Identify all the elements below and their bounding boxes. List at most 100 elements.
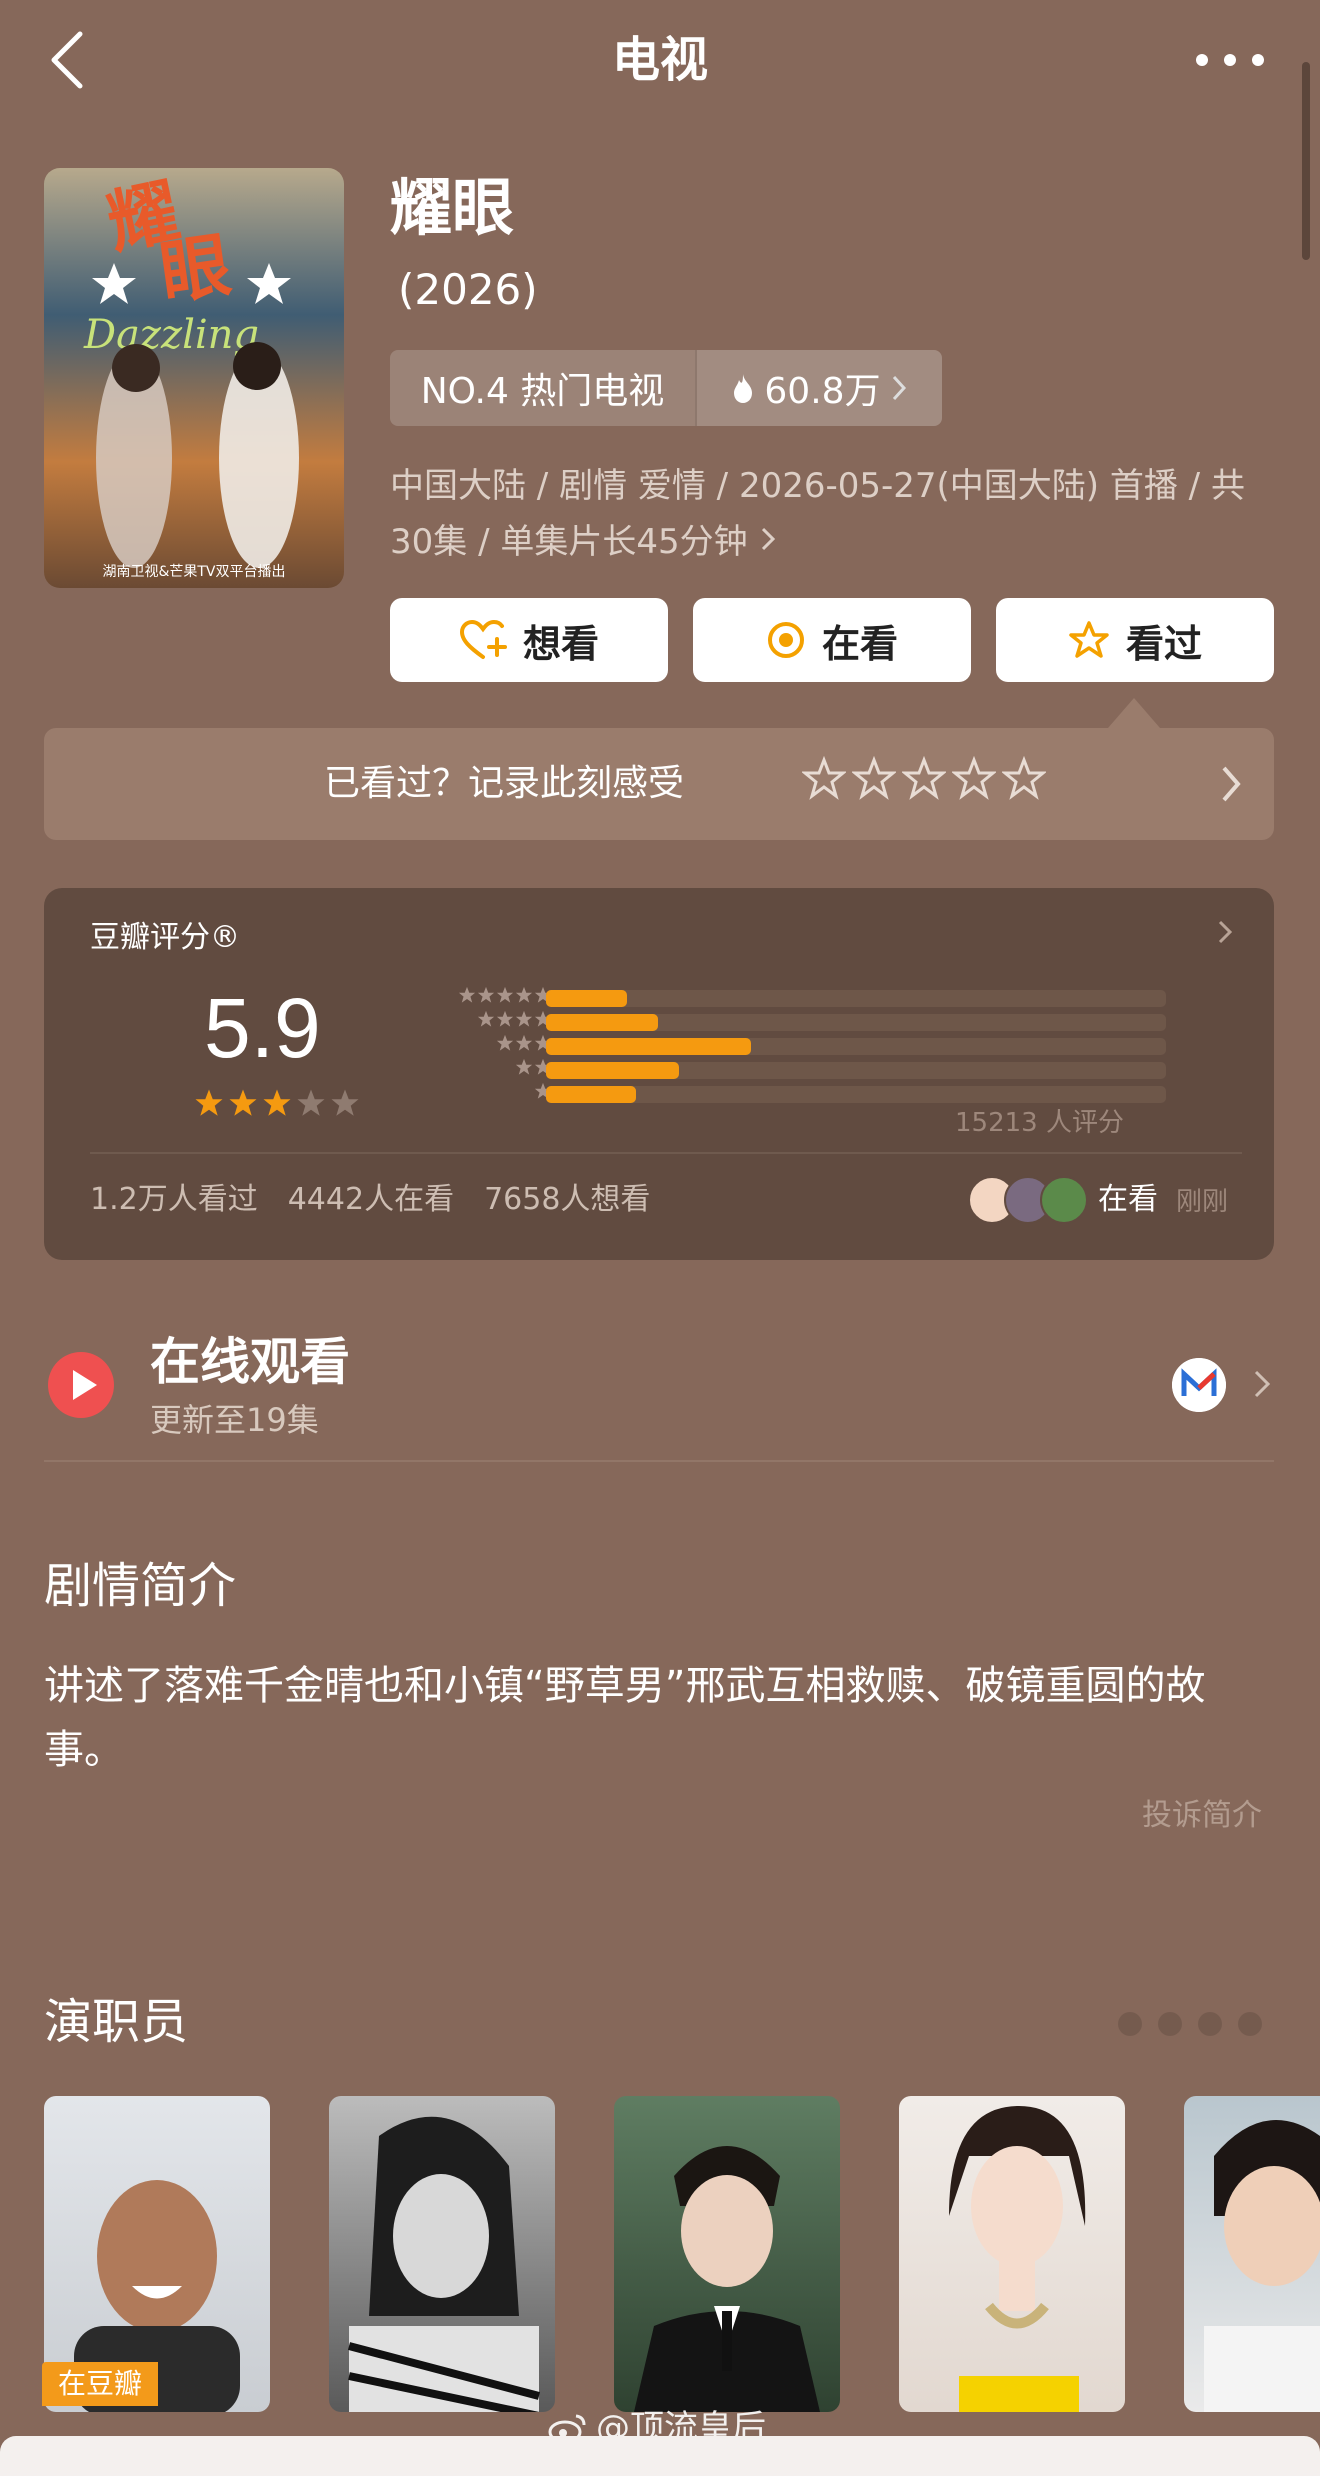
now-watching-label: 在看: [1098, 1182, 1158, 1217]
svg-text:眼: 眼: [155, 223, 236, 315]
star-outline-icon[interactable]: [852, 756, 896, 800]
cast-card[interactable]: [614, 2096, 840, 2412]
cast-photo: [634, 2146, 820, 2412]
poster-artwork: 耀 眼 Dazzling 湖南卫视&芒果TV双平台播出: [44, 168, 344, 588]
heat-value[interactable]: 60.8万: [697, 350, 942, 426]
star-icon: [477, 1010, 495, 1027]
cast-card[interactable]: [899, 2096, 1125, 2412]
star-outline-icon[interactable]: [1002, 756, 1046, 800]
meta-text: 中国大陆 / 剧情 爱情 / 2026-05-27(中国大陆) 首播 / 共30…: [390, 466, 1245, 562]
heart-plus-icon: [459, 619, 507, 659]
star-icon: [263, 1089, 291, 1116]
watching-count: 4442人在看: [287, 1182, 455, 1217]
distribution-row: [384, 1010, 1184, 1034]
distribution-bar: [546, 1014, 658, 1031]
cast-title: 演职员: [44, 1994, 189, 2050]
distribution-row: [384, 986, 1184, 1010]
bottom-sheet[interactable]: [0, 2436, 1320, 2476]
divider: [44, 1460, 1274, 1462]
star-icon: [297, 1089, 325, 1116]
distribution-track: [546, 990, 1166, 1007]
page-title: 电视: [611, 32, 708, 88]
svg-text:Dazzling: Dazzling: [83, 312, 259, 358]
star-icon: [496, 1010, 514, 1027]
avatar[interactable]: [1040, 1176, 1088, 1224]
cast-photo: [1204, 2120, 1320, 2412]
star-icon: [229, 1089, 257, 1116]
more-ellipsis-icon[interactable]: [1192, 40, 1268, 80]
star-icon: [515, 1034, 533, 1051]
distribution-stars: [496, 1034, 552, 1058]
chevron-right-icon[interactable]: [1252, 1368, 1272, 1400]
timestamp: 刚刚: [1176, 1187, 1229, 1217]
online-watch-subtitle: 更新至19集: [150, 1401, 319, 1439]
poster-image[interactable]: 耀 眼 Dazzling 湖南卫视&芒果TV双平台播出: [44, 168, 344, 588]
cast-photo: [347, 2116, 541, 2412]
chevron-right-icon: [762, 527, 776, 551]
mango-tv-logo-icon[interactable]: [1172, 1358, 1226, 1412]
movie-meta[interactable]: 中国大陆 / 剧情 爱情 / 2026-05-27(中国大陆) 首播 / 共30…: [390, 458, 1270, 570]
rate-stars[interactable]: [802, 756, 1046, 800]
douban-badge: 在豆瓣: [42, 2362, 158, 2406]
svg-text:湖南卫视&芒果TV双平台播出: 湖南卫视&芒果TV双平台播出: [102, 564, 285, 580]
online-watch-title[interactable]: 在线观看: [150, 1330, 350, 1394]
movie-year: (2026): [398, 265, 538, 314]
cast-more-dots[interactable]: [1110, 2004, 1270, 2044]
score-stars: [194, 1088, 360, 1118]
distribution-track: [546, 1062, 1166, 1079]
distribution-row: [384, 1058, 1184, 1082]
rating-count: 15213 人评分: [955, 1108, 1124, 1138]
star-icon: [515, 1058, 533, 1075]
dots-icon: [1118, 2012, 1262, 2036]
want-count: 7658人想看: [484, 1182, 651, 1217]
target-icon: [767, 622, 804, 658]
cast-photo: [949, 2106, 1086, 2412]
synopsis-title: 剧情简介: [44, 1558, 237, 1614]
star-icon: [331, 1089, 359, 1116]
report-synopsis-link[interactable]: 投诉简介: [1142, 1796, 1262, 1836]
watching-button[interactable]: 在看: [693, 598, 971, 682]
chevron-right-icon[interactable]: [1216, 918, 1234, 946]
star-outline-icon[interactable]: [802, 756, 846, 800]
star-icon: [477, 986, 495, 1003]
cast-card[interactable]: [1184, 2096, 1320, 2412]
star-outline-icon[interactable]: [952, 756, 996, 800]
want-to-watch-button[interactable]: 想看: [390, 598, 668, 682]
star-outline-icon: [1069, 621, 1109, 658]
distribution-row: [384, 1034, 1184, 1058]
star-icon: [515, 986, 533, 1003]
distribution-bar: [546, 1062, 680, 1079]
flame-icon: [734, 374, 753, 403]
chevron-right-icon: [892, 375, 906, 401]
distribution-bar: [546, 1038, 751, 1055]
movie-title: 耀眼: [390, 171, 515, 244]
score-value: 5.9: [204, 981, 321, 1075]
rate-prompt-box[interactable]: 已看过？记录此刻感受: [44, 728, 1274, 840]
watched-button[interactable]: 看过: [996, 598, 1274, 682]
distribution-track: [546, 1038, 1166, 1055]
rank-label: NO.4 热门电视: [390, 350, 697, 426]
scrollbar[interactable]: [1302, 62, 1310, 260]
score-label: 豆瓣评分®: [90, 920, 240, 955]
star-icon: [515, 1010, 533, 1027]
divider: [90, 1152, 1242, 1154]
distribution-stars: [477, 1010, 552, 1034]
distribution-track: [546, 1014, 1166, 1031]
cast-card[interactable]: [329, 2096, 555, 2412]
bubble-pointer: [1108, 698, 1160, 728]
star-icon: [458, 986, 476, 1003]
rank-chip[interactable]: NO.4 热门电视 60.8万: [390, 350, 942, 426]
watched-count: 1.2万人看过: [90, 1182, 258, 1217]
rating-distribution: [384, 986, 1184, 1106]
star-icon: [195, 1089, 223, 1116]
play-icon[interactable]: [48, 1352, 114, 1418]
distribution-stars: [458, 986, 552, 1010]
chevron-right-icon: [1222, 766, 1241, 802]
friend-avatars[interactable]: [968, 1176, 1092, 1224]
distribution-bar: [546, 1086, 636, 1103]
star-outline-icon[interactable]: [902, 756, 946, 800]
watching-label: 在看: [821, 621, 898, 666]
douban-score-card[interactable]: 豆瓣评分® 5.9 15213 人评分 1.2万人看过 4442人在看 7658…: [44, 888, 1274, 1260]
watch-stats: 1.2万人看过 4442人在看 7658人想看: [90, 1178, 650, 1222]
star-icon: [496, 1034, 514, 1051]
